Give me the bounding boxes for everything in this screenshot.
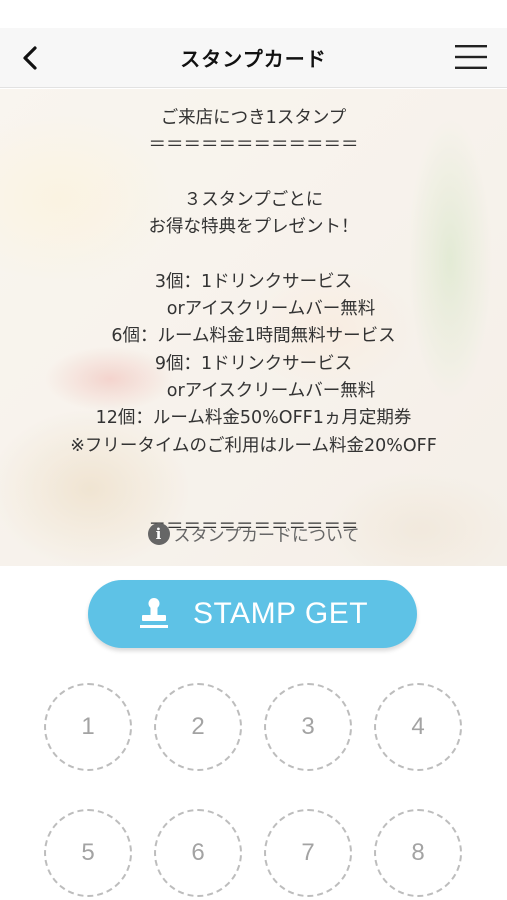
menu-button[interactable] (455, 44, 487, 70)
info-line (0, 160, 507, 187)
stamp-icon (139, 598, 168, 628)
about-stamp-card-label: スタンプカードについて (173, 526, 360, 546)
info-line: ＝＝＝＝＝＝＝＝＝＝＝＝ (148, 135, 359, 156)
back-button[interactable] (14, 40, 48, 76)
stamp-slot-7[interactable]: 7 (264, 809, 352, 897)
info-line: 6個：ルーム料金1時間無料サービス (111, 326, 396, 347)
info-line (0, 487, 507, 514)
info-line (0, 460, 507, 487)
stamp-slot-8[interactable]: 8 (374, 809, 462, 897)
stamp-info-text: ご来店につき1スタンプ ＝＝＝＝＝＝＝＝＝＝＝＝ ３スタンプごとに お得な特典を… (0, 105, 507, 542)
stamp-slot-1[interactable]: 1 (44, 683, 132, 771)
info-line: お得な特典をプレゼント！ (148, 217, 359, 238)
info-line (0, 241, 507, 268)
info-line: orアイスクリームバー無料 (131, 380, 376, 401)
app-header: スタンプカード (0, 28, 507, 88)
info-line: ３スタンプごとに (183, 189, 324, 210)
stamp-slot-6[interactable]: 6 (154, 809, 242, 897)
stamp-get-button[interactable]: STAMP GET (88, 580, 417, 648)
stamp-slot-4[interactable]: 4 (374, 683, 462, 771)
stamp-info-panel: ご来店につき1スタンプ ＝＝＝＝＝＝＝＝＝＝＝＝ ３スタンプごとに お得な特典を… (0, 89, 507, 566)
stamp-slot-2[interactable]: 2 (154, 683, 242, 771)
info-line: 9個：1ドリンクサービス (154, 353, 353, 374)
stamp-get-label: STAMP GET (192, 597, 369, 630)
info-line: 3個：1ドリンクサービス (154, 271, 353, 292)
info-line: orアイスクリームバー無料 (131, 299, 376, 320)
chevron-left-icon (23, 46, 37, 70)
info-line: ご来店につき1スタンプ (160, 108, 347, 128)
info-circle-icon: i (147, 522, 170, 545)
page-title: スタンプカード (180, 47, 327, 71)
info-line: ※フリータイムのご利用はルーム料金20%OFF (70, 435, 437, 456)
stamp-slot-5[interactable]: 5 (44, 809, 132, 897)
hamburger-menu-icon (455, 45, 487, 69)
info-line: 12個：ルーム料金50%OFF1ヵ月定期券 (95, 408, 412, 429)
about-stamp-card-link[interactable]: i スタンプカードについて (0, 521, 507, 546)
stamp-grid: 1 2 3 4 5 6 7 8 (44, 683, 464, 900)
stamp-slot-3[interactable]: 3 (264, 683, 352, 771)
